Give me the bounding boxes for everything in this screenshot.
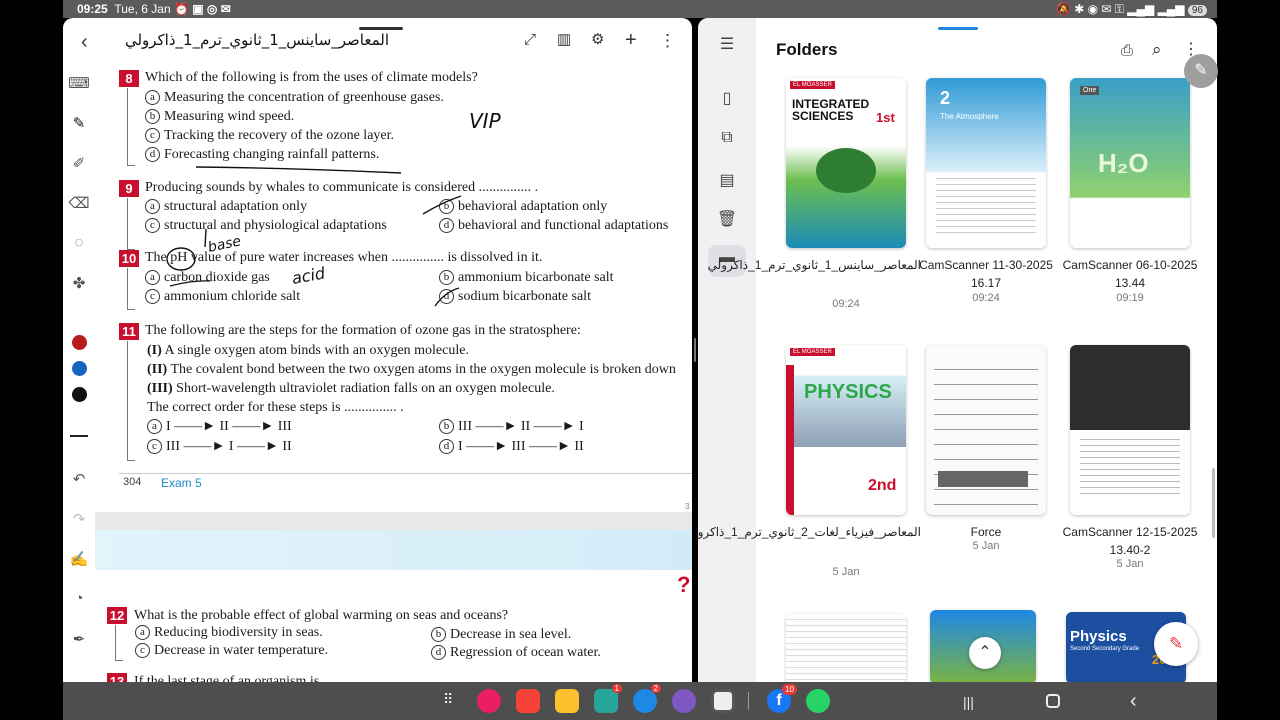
recent-icon[interactable]: ⧉ xyxy=(715,129,739,153)
status-icons: 🔕 ✱ ◉ ✉ ⚿ ▂▄▆ ▂▄▆ 96 xyxy=(1056,2,1207,17)
file-manager-pane: ☰ ▯ ⧉ ▤ 🗑 ▬ Folders ⎙ ⌕ ⋮ EL MOASSER INT… xyxy=(698,18,1217,682)
app-messages-icon[interactable]: 2 xyxy=(633,684,661,713)
file-time-1: 09:24 xyxy=(832,298,860,310)
file-thumb-force[interactable] xyxy=(926,345,1046,515)
app-camera-icon[interactable] xyxy=(711,689,735,713)
menu-icon[interactable]: ☰ xyxy=(715,34,739,58)
file-name-5[interactable]: Force xyxy=(911,523,1061,541)
all-documents-icon[interactable]: ▯ xyxy=(715,88,739,112)
cover-label: One xyxy=(1080,86,1100,95)
file-thumb-physics[interactable]: EL MOASSER PHYSICS 2nd xyxy=(786,345,906,515)
app-contacts-icon[interactable]: 1 xyxy=(594,684,622,713)
handwriting-acid: acid xyxy=(290,263,327,288)
file-thumb-7[interactable] xyxy=(786,614,906,682)
taskbar-divider xyxy=(748,692,749,710)
app-notes-icon[interactable] xyxy=(516,689,540,713)
cover-title: Physics xyxy=(1070,628,1127,645)
apps-grid-icon[interactable]: ⠿ xyxy=(443,691,453,708)
save-icon[interactable]: ⎙ xyxy=(1121,43,1133,58)
window-handle-right[interactable] xyxy=(938,27,978,30)
cover-grade: 1st xyxy=(876,110,895,125)
back-button[interactable]: ‹ xyxy=(1130,690,1137,713)
cover-number: 2 xyxy=(940,88,951,108)
file-time-3: 09:19 xyxy=(1116,292,1144,304)
file-name-1[interactable]: المعاصر_ساينس_1_ثانوي_ترم_1_ذاكرولي xyxy=(708,256,921,274)
app-facebook-icon[interactable]: f 10 xyxy=(767,684,797,713)
scroll-to-top-button[interactable]: ⌃ xyxy=(969,637,1001,669)
file-name-4[interactable]: المعاصر_فيزياء_لغات_2_ثانوي_ترم_1_ذاكرول… xyxy=(698,523,921,541)
edit-fab[interactable]: ✎ xyxy=(1154,622,1198,666)
file-thumb-camscanner-1[interactable]: 2 The Atmosphere xyxy=(926,78,1046,248)
notification-badge-1: 1 xyxy=(611,684,622,693)
file-name-2[interactable]: CamScanner 11-30-2025 16.17 xyxy=(911,256,1061,292)
app-flower-icon[interactable] xyxy=(477,689,501,713)
pdf-reader-pane: ‹ المعاصر_ساينس_1_ثانوي_ترم_1_ذاكرولي ⤢ … xyxy=(63,18,692,682)
file-time-6: 5 Jan xyxy=(1116,558,1144,570)
battery-indicator: 96 xyxy=(1187,5,1207,16)
file-thumb-camscanner-3[interactable] xyxy=(1070,345,1190,515)
home-button[interactable] xyxy=(1046,694,1060,708)
file-name-3[interactable]: CamScanner 06-10-2025 13.44 xyxy=(1055,256,1205,292)
cover-title: The Atmosphere xyxy=(940,112,999,121)
scanned-icon[interactable]: ▤ xyxy=(715,170,739,194)
file-thumb-camscanner-2[interactable]: One H₂O xyxy=(1070,78,1190,248)
file-time-2: 09:24 xyxy=(972,292,1000,304)
handwriting-layer: VIP base acid xyxy=(166,109,502,307)
search-icon[interactable]: ⌕ xyxy=(1152,41,1162,58)
file-time-4: 5 Jan xyxy=(832,566,860,578)
cover-title: H₂O xyxy=(1098,148,1149,178)
file-time-5: 5 Jan xyxy=(972,540,1000,552)
status-bar: 09:25 Tue, 6 Jan ⏰ ▣ ◎ ✉ 🔕 ✱ ◉ ✉ ⚿ ▂▄▆ ▂… xyxy=(63,0,1217,18)
handwriting-base: base xyxy=(207,233,243,256)
scrollbar[interactable] xyxy=(1212,468,1215,538)
trash-icon[interactable]: 🗑 xyxy=(715,209,739,233)
cover-brand: EL MOASSER xyxy=(790,348,835,356)
folders-header: Folders xyxy=(776,40,838,59)
app-whatsapp-icon[interactable] xyxy=(806,689,830,713)
cover-grade: 2nd xyxy=(868,477,897,494)
file-thumb-integrated-sciences[interactable]: EL MOASSER INTEGRATED SCIENCES 1st xyxy=(786,78,906,248)
cover-title: PHYSICS xyxy=(804,381,892,403)
cover-brand: EL MOASSER xyxy=(790,81,835,89)
app-pen-icon[interactable] xyxy=(672,689,696,713)
app-myfiles-icon[interactable] xyxy=(555,689,579,713)
handwriting-vip: VIP xyxy=(469,109,502,133)
file-sidebar: ☰ ▯ ⧉ ▤ 🗑 ▬ xyxy=(698,18,756,682)
floating-pen-button[interactable]: ✎ xyxy=(1184,54,1218,88)
recents-button[interactable]: ||| xyxy=(963,694,974,710)
cover-subtitle: Second Secondary Grade xyxy=(1070,646,1140,652)
cover-title: INTEGRATED SCIENCES xyxy=(792,97,870,123)
notification-badge-3: 10 xyxy=(782,684,797,695)
status-time: 09:25 Tue, 6 Jan ⏰ ▣ ◎ ✉ xyxy=(77,2,231,16)
notification-badge-2: 2 xyxy=(650,684,661,693)
file-name-6[interactable]: CamScanner 12-15-2025 13.40-2 xyxy=(1055,523,1205,559)
